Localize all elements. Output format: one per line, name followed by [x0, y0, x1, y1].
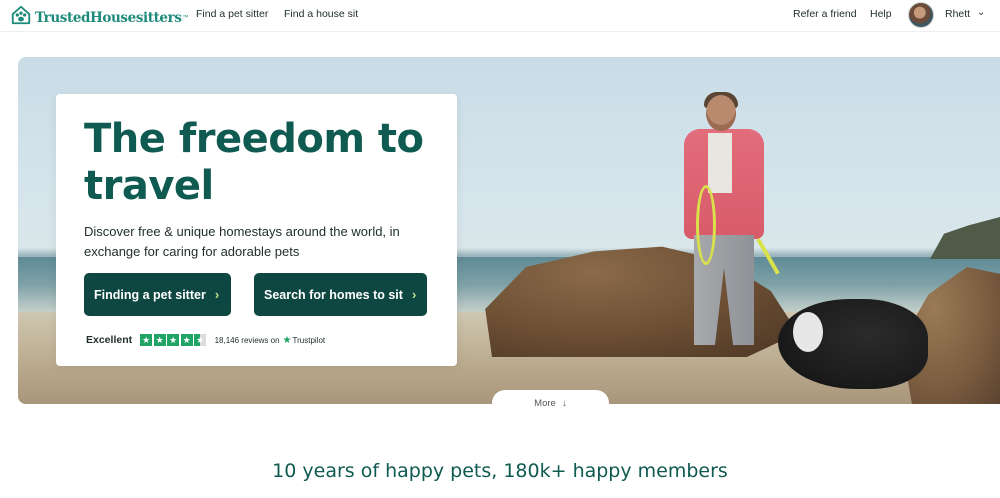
brand-name: TrustedHousesitters: [35, 9, 182, 26]
hero-card: The freedom to travel Discover free & un…: [56, 94, 457, 366]
user-name[interactable]: Rhett: [945, 8, 970, 20]
chevron-right-icon: ›: [411, 287, 417, 302]
trustpilot-widget[interactable]: Excellent ★ ★ ★ ★ ★ 18,146 reviews on ★ …: [86, 334, 325, 346]
trustpilot-logo: Trustpilot: [292, 335, 326, 345]
top-navigation: TrustedHousesitters ™ Find a pet sitter …: [0, 0, 1000, 32]
chevron-right-icon: ›: [214, 287, 220, 302]
nav-refer-friend[interactable]: Refer a friend: [793, 8, 857, 20]
trustpilot-review-count: 18,146 reviews on: [214, 335, 280, 345]
nav-help[interactable]: Help: [870, 8, 892, 20]
nav-find-house-sit[interactable]: Find a house sit: [284, 8, 358, 20]
user-avatar[interactable]: [908, 2, 934, 28]
more-button[interactable]: More ↓: [492, 390, 609, 416]
half-star-icon: ★: [194, 334, 207, 346]
star-icon: ★: [167, 334, 180, 346]
trustpilot-star-icon: ★: [282, 334, 292, 346]
hero-dog-patch: [793, 312, 823, 352]
more-label: More: [534, 397, 556, 409]
trustpilot-rating-word: Excellent: [86, 334, 133, 346]
search-homes-label: Search for homes to sit: [264, 287, 403, 302]
section-tagline: 10 years of happy pets, 180k+ happy memb…: [272, 460, 728, 482]
search-homes-button[interactable]: Search for homes to sit ›: [254, 273, 427, 316]
brand-trademark: ™: [182, 14, 189, 21]
star-icon: ★: [180, 334, 193, 346]
find-pet-sitter-button[interactable]: Finding a pet sitter ›: [84, 273, 231, 316]
arrow-down-icon: ↓: [561, 397, 567, 409]
brand-logo[interactable]: TrustedHousesitters ™: [10, 4, 189, 31]
hero-subtext: Discover free & unique homestays around …: [84, 224, 400, 259]
star-icon: ★: [153, 334, 166, 346]
hero-cliff: [930, 217, 1000, 259]
find-pet-sitter-label: Finding a pet sitter: [94, 287, 206, 302]
chevron-down-icon[interactable]: ⌄: [977, 7, 985, 18]
nav-find-pet-sitter[interactable]: Find a pet sitter: [196, 8, 268, 20]
hero-person: [676, 92, 786, 385]
star-icon: ★: [140, 334, 153, 346]
trustpilot-stars: ★ ★ ★ ★ ★: [140, 334, 208, 346]
house-paw-logo-icon: [10, 4, 32, 31]
hero-headline: The freedom to travel: [84, 116, 424, 209]
